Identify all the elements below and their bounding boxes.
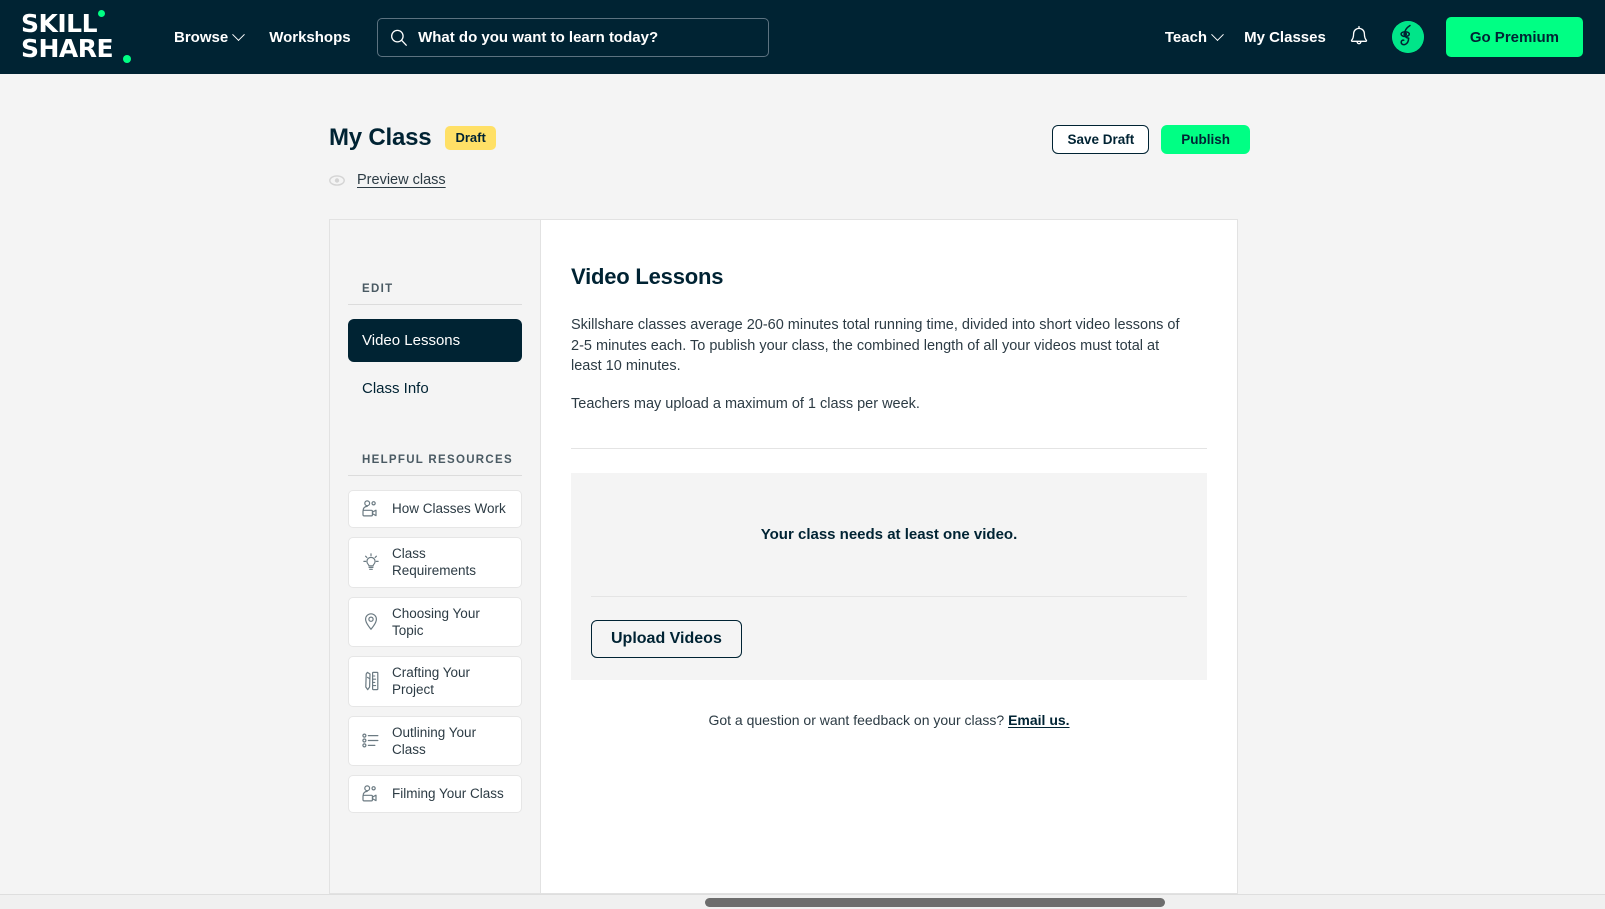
- page-body: My Class Draft Preview class Save Draft …: [0, 74, 1605, 909]
- support-footnote: Got a question or want feedback on your …: [571, 712, 1207, 728]
- page-title-row: My Class Draft: [329, 124, 496, 152]
- logo-dot-bottom: [123, 55, 131, 63]
- resource-how-classes-work-label: How Classes Work: [392, 500, 506, 517]
- resource-how-classes-work[interactable]: How Classes Work: [348, 490, 522, 528]
- sidebar-item-video-lessons-label: Video Lessons: [362, 332, 460, 349]
- resource-filming-your-class-label: Filming Your Class: [392, 785, 504, 802]
- sidebar-item-class-info[interactable]: Class Info: [348, 367, 522, 410]
- camera-person-icon: [361, 785, 381, 803]
- resource-outlining-your-class-label: Outlining Your Class: [392, 724, 511, 759]
- skillshare-logo[interactable]: SKILL SHARE: [20, 11, 136, 63]
- logo-line-1: SKILL: [20, 11, 136, 36]
- search-icon: [390, 28, 408, 47]
- nav-item-workshops-label: Workshops: [269, 29, 350, 46]
- upload-button-row: Upload Videos: [591, 597, 1187, 680]
- page-title: My Class: [329, 124, 431, 152]
- nav-item-browse-label: Browse: [174, 29, 228, 46]
- avatar[interactable]: [1392, 21, 1424, 53]
- upload-message-area: Your class needs at least one video.: [591, 473, 1187, 597]
- eye-icon: [329, 175, 345, 186]
- sidebar-heading-edit: EDIT: [348, 283, 522, 305]
- save-draft-button[interactable]: Save Draft: [1052, 125, 1149, 154]
- class-editor-card: EDIT Video Lessons Class Info HELPFUL RE…: [329, 219, 1238, 894]
- section-paragraph-1: Skillshare classes average 20-60 minutes…: [571, 315, 1191, 377]
- logo-line-2: SHARE: [20, 36, 136, 61]
- pencil-ruler-icon: [361, 670, 381, 692]
- nav-item-my-classes-label: My Classes: [1244, 29, 1326, 46]
- resource-filming-your-class[interactable]: Filming Your Class: [348, 775, 522, 813]
- search-bar[interactable]: [377, 18, 769, 57]
- nav-item-teach-label: Teach: [1165, 29, 1207, 46]
- resource-crafting-your-project[interactable]: Crafting Your Project: [348, 656, 522, 707]
- search-input[interactable]: [418, 29, 755, 46]
- secondary-nav: Teach My Classes Go Premium: [1165, 17, 1583, 57]
- upload-panel: Your class needs at least one video. Upl…: [571, 473, 1207, 680]
- resource-crafting-your-project-label: Crafting Your Project: [392, 664, 511, 699]
- horizontal-scrollbar[interactable]: [0, 894, 1605, 909]
- sidebar-item-class-info-label: Class Info: [362, 380, 429, 397]
- chevron-down-icon: [232, 28, 245, 41]
- resource-class-requirements[interactable]: Class Requirements: [348, 537, 522, 588]
- editor-main-panel: Video Lessons Skillshare classes average…: [541, 220, 1237, 893]
- nav-item-teach[interactable]: Teach: [1165, 29, 1222, 46]
- bullet-list-icon: [361, 731, 381, 750]
- lightbulb-icon: [361, 553, 381, 572]
- resource-choosing-your-topic-label: Choosing Your Topic: [392, 605, 511, 640]
- status-badge: Draft: [445, 126, 495, 150]
- section-divider: [571, 448, 1207, 449]
- upload-empty-message: Your class needs at least one video.: [761, 526, 1018, 543]
- preview-class-link[interactable]: Preview class: [329, 172, 446, 188]
- camera-person-icon: [361, 500, 381, 518]
- primary-nav: Browse Workshops: [174, 29, 351, 46]
- email-us-link[interactable]: Email us.: [1008, 712, 1069, 728]
- resource-outlining-your-class[interactable]: Outlining Your Class: [348, 716, 522, 767]
- section-title: Video Lessons: [571, 264, 1207, 290]
- bell-icon[interactable]: [1348, 25, 1370, 49]
- horizontal-scrollbar-thumb[interactable]: [705, 898, 1165, 907]
- preview-class-label: Preview class: [357, 172, 446, 188]
- go-premium-button[interactable]: Go Premium: [1446, 17, 1583, 57]
- site-header: SKILL SHARE Browse Workshops Teach My Cl…: [0, 0, 1605, 74]
- section-paragraph-2: Teachers may upload a maximum of 1 class…: [571, 394, 1191, 415]
- nav-item-browse[interactable]: Browse: [174, 29, 243, 46]
- editor-sidebar: EDIT Video Lessons Class Info HELPFUL RE…: [330, 220, 541, 893]
- sidebar-item-video-lessons[interactable]: Video Lessons: [348, 319, 522, 362]
- map-pin-icon: [361, 612, 381, 631]
- resource-class-requirements-label: Class Requirements: [392, 545, 511, 580]
- resource-choosing-your-topic[interactable]: Choosing Your Topic: [348, 597, 522, 648]
- upload-videos-button[interactable]: Upload Videos: [591, 620, 742, 658]
- logo-dot-top: [98, 10, 105, 17]
- publish-button[interactable]: Publish: [1161, 125, 1250, 154]
- support-footnote-text: Got a question or want feedback on your …: [708, 712, 1008, 728]
- chevron-down-icon: [1211, 28, 1224, 41]
- nav-item-workshops[interactable]: Workshops: [269, 29, 350, 46]
- page-actions: Save Draft Publish: [1052, 125, 1250, 154]
- sidebar-heading-helpful-resources: HELPFUL RESOURCES: [348, 454, 522, 476]
- nav-item-my-classes[interactable]: My Classes: [1244, 29, 1326, 46]
